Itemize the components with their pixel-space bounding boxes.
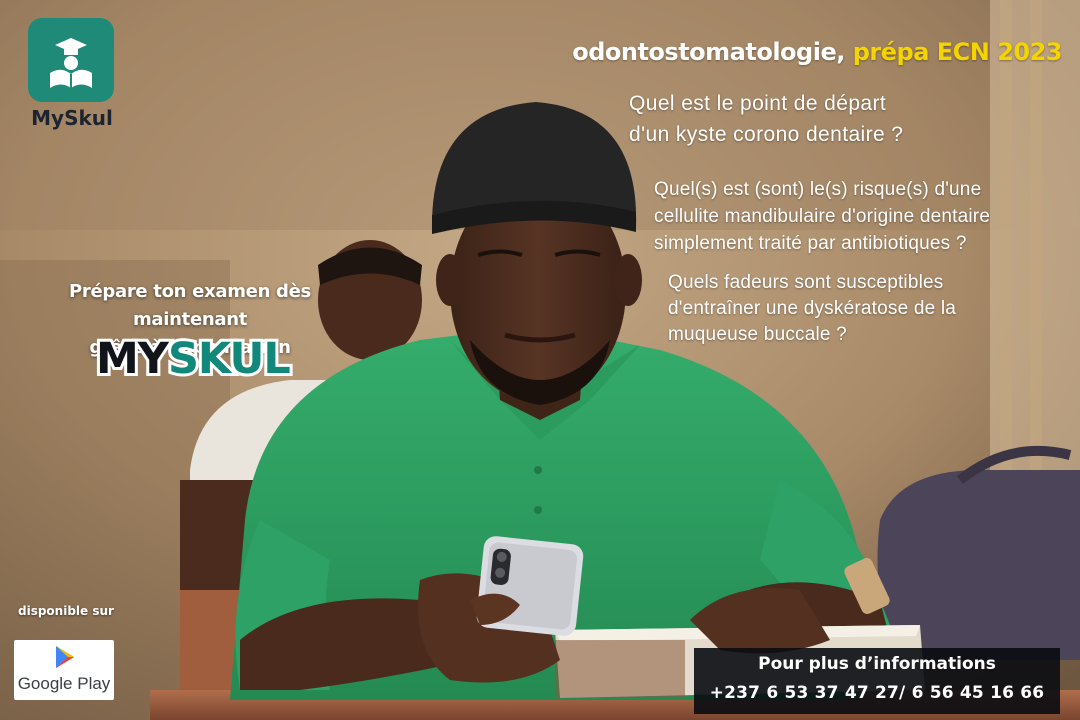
question-line: Quel est le point de départ bbox=[629, 92, 887, 115]
google-play-label: Google Play bbox=[17, 674, 111, 693]
contact-title: Pour plus d’informations bbox=[758, 654, 996, 674]
brand-part-my: MY bbox=[93, 331, 172, 387]
question-2: Quel(s) est (sont) le(s) risque(s) d'une… bbox=[654, 176, 990, 257]
question-line: Quels fadeurs sont susceptibles bbox=[668, 272, 944, 293]
exam-header: odontostomatologie, prépa ECN 2023 bbox=[572, 38, 1062, 66]
available-label: disponible sur bbox=[18, 604, 114, 618]
question-line: cellulite mandibulaire d'origine dentair… bbox=[654, 206, 991, 227]
question-line: simplement traité par antibiotiques ? bbox=[654, 233, 967, 254]
subject-label: odontostomatologie, bbox=[572, 38, 845, 66]
graduate-reading-icon bbox=[50, 38, 92, 88]
question-3: Quels fadeurs sont susceptibles d'entraî… bbox=[668, 270, 956, 348]
app-name: MySkul bbox=[31, 106, 113, 130]
exam-highlight: prépa ECN 2023 bbox=[852, 38, 1063, 66]
contact-phones: +237 6 53 37 47 27/ 6 56 45 16 66 bbox=[709, 683, 1045, 703]
question-line: Quel(s) est (sont) le(s) risque(s) d'une bbox=[654, 179, 982, 200]
question-line: muqueuse buccale ? bbox=[668, 324, 847, 345]
brand-wordmark: MYSKUL bbox=[93, 331, 294, 387]
app-logo bbox=[28, 18, 114, 102]
question-1: Quel est le point de départ d'un kyste c… bbox=[629, 88, 903, 150]
question-line: d'entraîner une dyskératose de la bbox=[668, 298, 957, 319]
question-line: d'un kyste corono dentaire ? bbox=[629, 123, 904, 146]
promo-line: Prépare ton examen dès maintenant bbox=[69, 281, 311, 330]
brand-part-skul: SKUL bbox=[165, 331, 294, 387]
google-play-icon bbox=[56, 646, 74, 668]
